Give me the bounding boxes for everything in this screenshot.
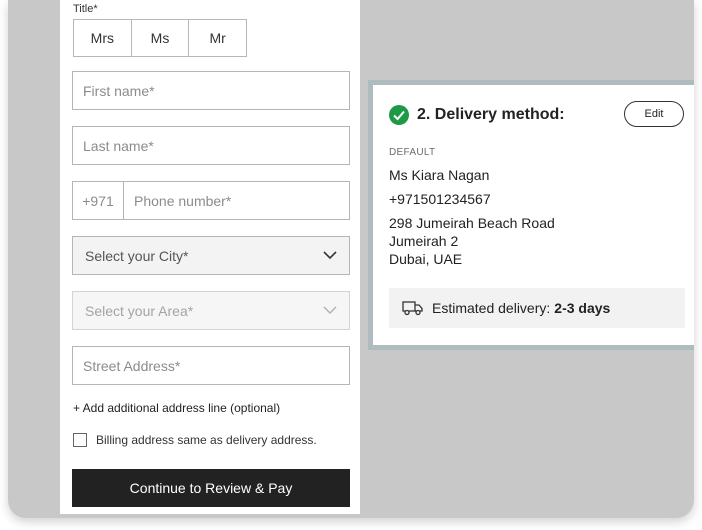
screen-frame: Title* Mrs Ms Mr First name* Last name* … [8,0,694,518]
delivery-card-header: 2. Delivery method: [389,105,565,125]
area-select-label: Select your Area* [85,302,194,319]
address-line-3: Dubai, UAE [389,251,463,267]
street-address-field[interactable]: Street Address* [72,346,350,385]
title-option-mrs[interactable]: Mrs [74,20,132,56]
title-label: Title* [73,3,98,15]
billing-same-row: Billing address same as delivery address… [73,433,317,447]
title-option-mr[interactable]: Mr [189,20,246,56]
add-address-line-link[interactable]: + Add additional address line (optional) [73,401,280,415]
delivery-method-card: 2. Delivery method: Edit DEFAULT Ms Kiar… [368,80,694,350]
continue-to-review-button[interactable]: Continue to Review & Pay [72,469,350,507]
check-circle-icon [389,105,409,125]
chevron-down-icon [323,306,337,316]
delivery-card-title: 2. Delivery method: [417,106,565,123]
estimated-delivery-value: 2-3 days [554,300,611,316]
last-name-field[interactable]: Last name* [72,126,350,165]
first-name-field[interactable]: First name* [72,71,350,110]
estimated-delivery-box: Estimated delivery: 2-3 days [389,288,685,328]
title-option-ms[interactable]: Ms [132,20,190,56]
street-address-placeholder: Street Address* [83,357,181,374]
billing-same-label: Billing address same as delivery address… [96,433,317,447]
last-name-placeholder: Last name* [83,137,154,154]
chevron-down-icon [323,251,337,261]
billing-same-checkbox[interactable] [73,433,87,447]
recipient-phone: +971501234567 [389,191,491,207]
phone-prefix[interactable]: +971 [73,182,124,219]
title-selector: Mrs Ms Mr [73,19,247,57]
city-select-label: Select your City* [85,247,189,264]
address-line-2: Jumeirah 2 [389,233,459,249]
edit-button[interactable]: Edit [624,101,684,127]
area-select[interactable]: Select your Area* [72,291,350,330]
default-address-label: DEFAULT [389,147,436,158]
truck-icon [402,300,424,316]
address-line-1: 298 Jumeirah Beach Road [389,215,555,231]
phone-placeholder: Phone number* [134,192,232,209]
estimated-delivery-label: Estimated delivery: [432,300,551,316]
address-form: Title* Mrs Ms Mr First name* Last name* … [60,0,360,514]
city-select[interactable]: Select your City* [72,236,350,275]
phone-field[interactable]: +971 Phone number* [72,181,350,220]
first-name-placeholder: First name* [83,82,155,99]
recipient-name: Ms Kiara Nagan [389,167,490,183]
